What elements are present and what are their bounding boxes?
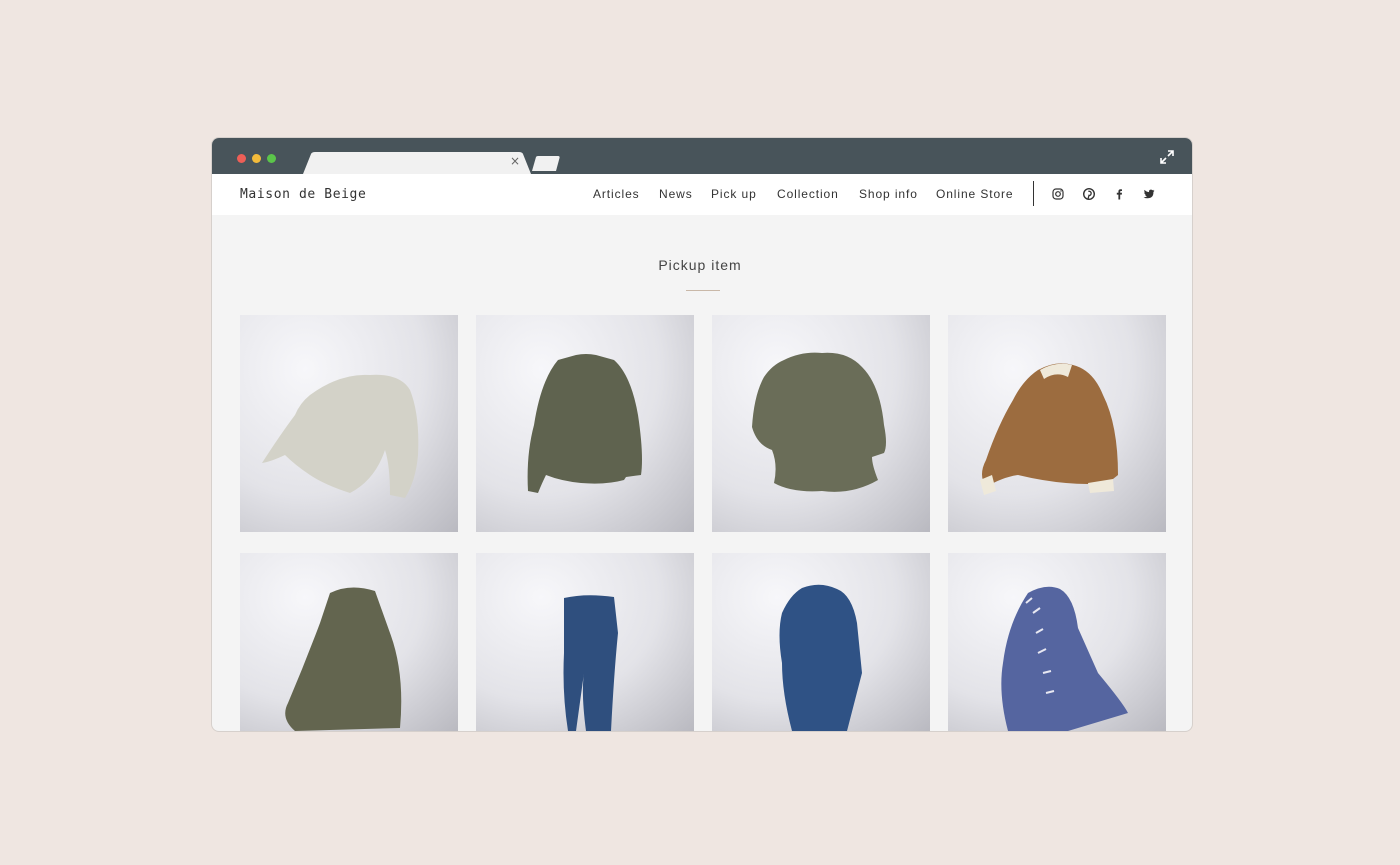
product-tile-skirt[interactable] bbox=[240, 553, 458, 731]
nav-articles[interactable]: Articles bbox=[593, 187, 640, 201]
instagram-icon[interactable] bbox=[1051, 187, 1065, 201]
product-tile-jacket[interactable] bbox=[476, 315, 694, 532]
minimize-window-button[interactable] bbox=[252, 154, 261, 163]
fullscreen-icon[interactable] bbox=[1160, 150, 1174, 164]
maximize-window-button[interactable] bbox=[267, 154, 276, 163]
product-tile-denim-coat[interactable] bbox=[712, 553, 930, 731]
skirt-image bbox=[285, 587, 402, 731]
nav-news[interactable]: News bbox=[659, 187, 693, 201]
title-underline bbox=[686, 290, 720, 291]
new-tab-button[interactable] bbox=[532, 156, 560, 171]
browser-chrome: × bbox=[212, 138, 1192, 174]
twitter-icon[interactable] bbox=[1142, 187, 1156, 201]
shirt-dress-image bbox=[1001, 586, 1128, 731]
product-tile-blouse[interactable] bbox=[712, 315, 930, 532]
denim-coat-image bbox=[779, 584, 862, 731]
browser-tab[interactable] bbox=[303, 152, 535, 174]
jeans-image bbox=[563, 595, 618, 731]
product-tile-sweater[interactable] bbox=[240, 315, 458, 532]
facebook-icon[interactable] bbox=[1112, 187, 1126, 201]
pinterest-icon[interactable] bbox=[1082, 187, 1096, 201]
nav-collection[interactable]: Collection bbox=[777, 187, 839, 201]
jacket-image bbox=[527, 354, 642, 493]
site-logo[interactable]: Maison de Beige bbox=[240, 187, 366, 202]
product-tile-jeans[interactable] bbox=[476, 553, 694, 731]
nav-shop-info[interactable]: Shop info bbox=[859, 187, 918, 201]
nav-pick-up[interactable]: Pick up bbox=[711, 187, 757, 201]
bomber-image bbox=[980, 363, 1118, 495]
product-tile-bomber[interactable] bbox=[948, 315, 1166, 532]
product-tile-shirt-dress[interactable] bbox=[948, 553, 1166, 731]
nav-online-store[interactable]: Online Store bbox=[936, 187, 1014, 201]
nav-divider bbox=[1033, 181, 1034, 206]
site-header: Maison de Beige Articles News Pick up Co… bbox=[212, 174, 1192, 215]
sweater-image bbox=[262, 374, 419, 498]
tab-close-icon[interactable]: × bbox=[508, 154, 522, 168]
close-window-button[interactable] bbox=[237, 154, 246, 163]
section-title: Pickup item bbox=[658, 257, 742, 273]
blouse-image bbox=[752, 352, 886, 492]
